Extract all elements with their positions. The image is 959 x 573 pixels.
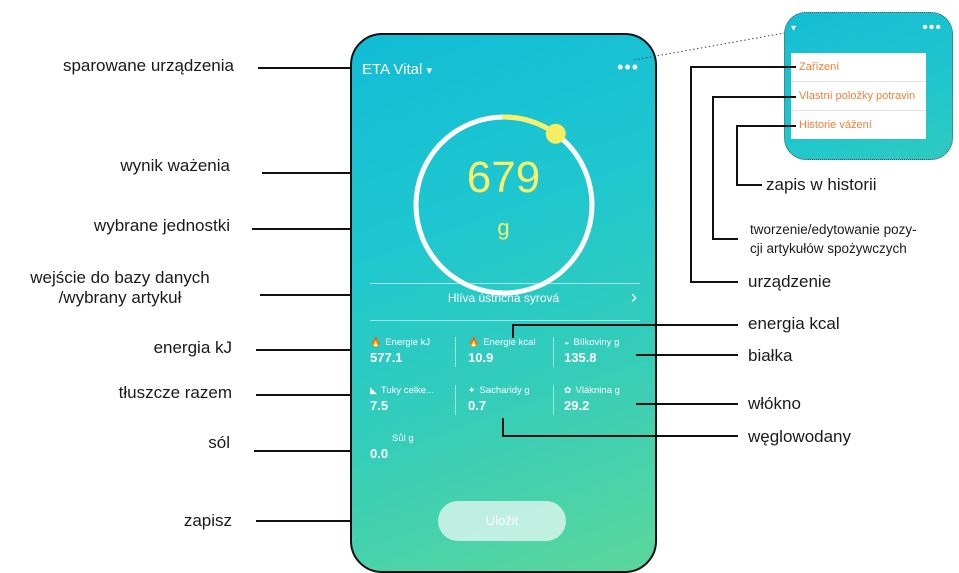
more-menu-icon[interactable]: ••• bbox=[922, 19, 942, 37]
menu-item-history[interactable]: Historie vážení bbox=[791, 111, 926, 139]
leader-line bbox=[690, 66, 692, 282]
menu-item-custom-foods[interactable]: Vlastní položky potravin bbox=[791, 82, 926, 111]
popup-zoom: ▾ ••• Zařízení Vlastní položky potravin … bbox=[784, 12, 953, 160]
leader-line bbox=[712, 96, 714, 239]
label-protein: białka bbox=[748, 346, 793, 365]
leader-line bbox=[712, 238, 738, 240]
label-custom-foods: tworzenie/edytowanie pozy-cji artykułów … bbox=[750, 222, 917, 256]
leader-line bbox=[690, 66, 796, 68]
label-device: urządzenie bbox=[748, 272, 832, 291]
leader-line bbox=[636, 403, 738, 405]
label-history: zapis w historii bbox=[766, 175, 877, 194]
leader-line bbox=[736, 125, 796, 127]
leader-line bbox=[736, 184, 762, 186]
label-fiber: włókno bbox=[748, 394, 801, 413]
leader-line bbox=[512, 324, 738, 326]
leader-line bbox=[712, 96, 796, 98]
leader-line bbox=[736, 125, 738, 185]
menu-item-device[interactable]: Zařízení bbox=[791, 53, 926, 82]
chevron-down-icon: ▾ bbox=[791, 23, 797, 34]
label-carbs: węglowodany bbox=[748, 427, 852, 446]
leader-line bbox=[502, 435, 738, 437]
leader-line bbox=[636, 354, 738, 356]
leader-line bbox=[502, 418, 504, 437]
label-energy-kcal: energia kcal bbox=[748, 314, 840, 333]
dropdown-menu: Zařízení Vlastní položky potravin Histor… bbox=[791, 53, 926, 139]
leader-line bbox=[690, 281, 738, 283]
leader-line bbox=[512, 324, 514, 338]
